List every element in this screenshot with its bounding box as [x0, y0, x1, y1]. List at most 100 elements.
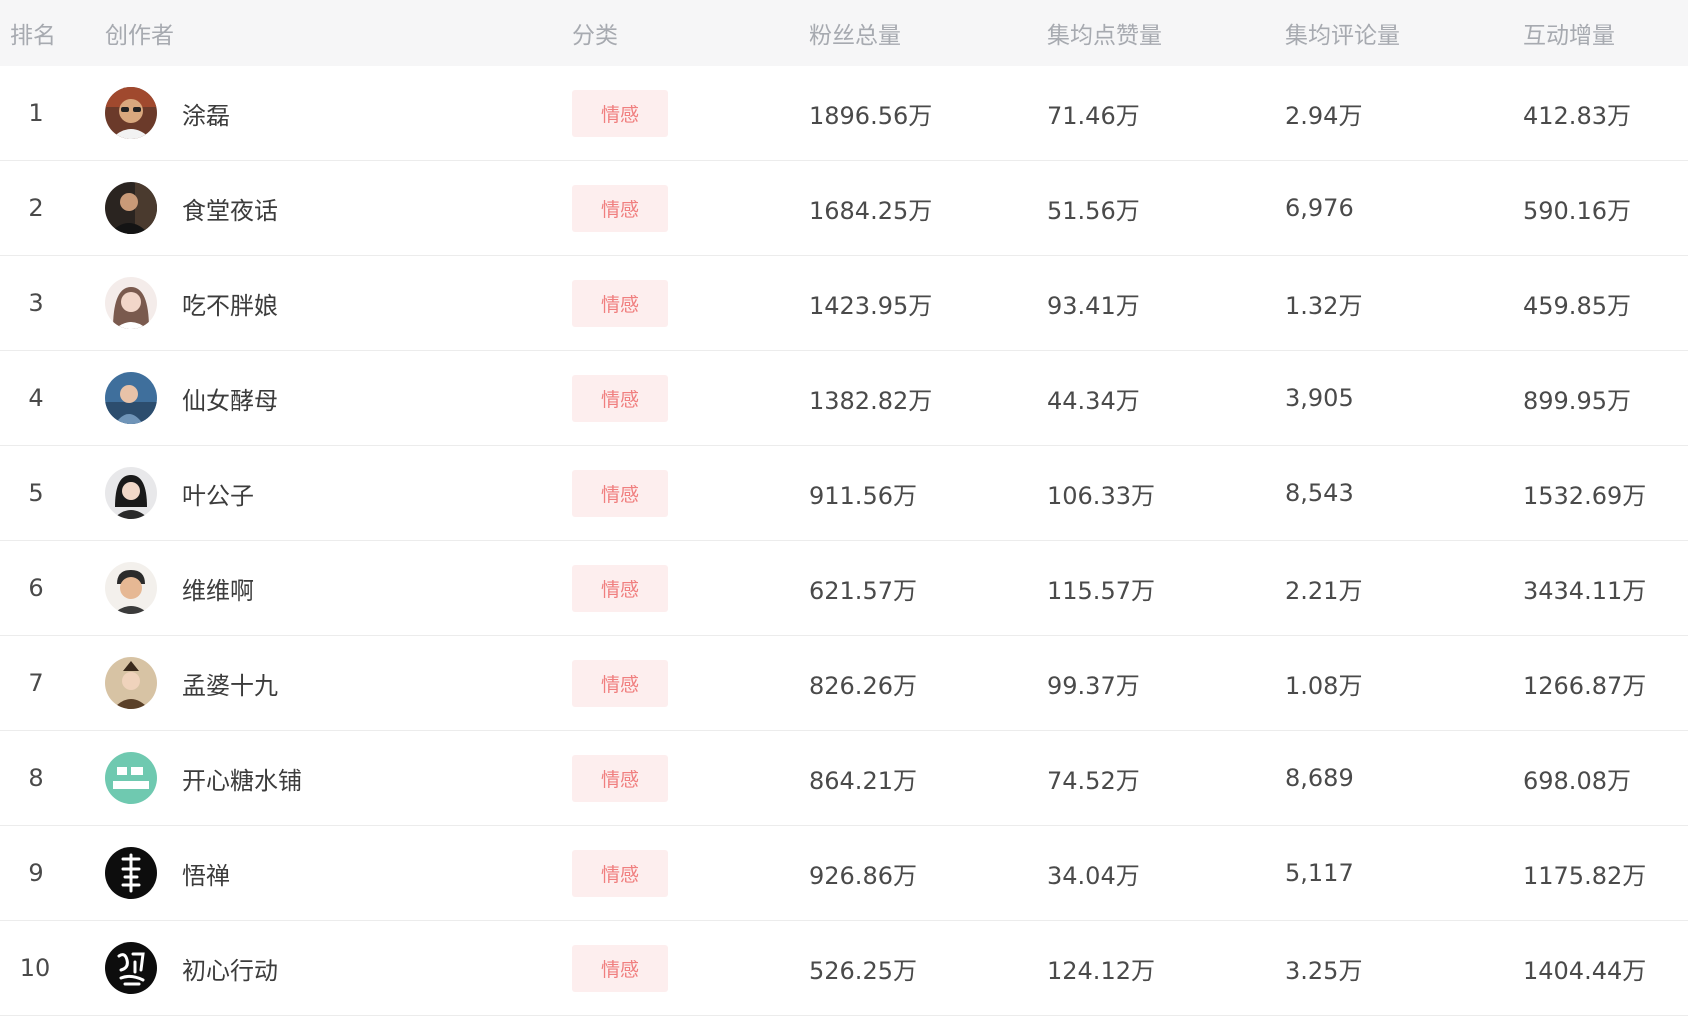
rank-number: 10	[19, 954, 51, 982]
rank-number: 8	[28, 764, 44, 792]
avg-comments-value: 3,905	[1285, 384, 1354, 412]
category-tag[interactable]: 情感	[572, 564, 668, 612]
creator-cell[interactable]: 涂磊	[105, 66, 230, 160]
rank-number: 3	[28, 289, 44, 317]
header-rank[interactable]: 排名	[10, 0, 56, 66]
fans-value: 826.26万	[809, 671, 917, 700]
avg-comments-value: 8,689	[1285, 764, 1354, 792]
creator-cell[interactable]: 开心糖水铺	[105, 731, 302, 825]
interaction-growth-value: 459.85万	[1523, 291, 1631, 320]
creator-name[interactable]: 叶公子	[182, 476, 254, 511]
interaction-growth-value: 698.08万	[1523, 766, 1631, 795]
portrait-woman-light-icon[interactable]	[105, 277, 157, 329]
portrait-man-smiling-icon[interactable]	[105, 562, 157, 614]
category-cell: 情感	[572, 161, 668, 255]
category-tag[interactable]: 情感	[572, 89, 668, 137]
avg-comments-value: 1.32万	[1285, 291, 1363, 320]
creator-cell[interactable]: 吃不胖娘	[105, 256, 278, 350]
creator-cell[interactable]: 初心行动	[105, 921, 278, 1015]
category-cell: 情感	[572, 446, 668, 540]
fans-value: 1423.95万	[809, 291, 933, 320]
header-creator[interactable]: 创作者	[105, 0, 174, 66]
header-fans[interactable]: 粉丝总量	[809, 0, 901, 66]
creator-cell[interactable]: 孟婆十九	[105, 636, 278, 730]
fans-value: 864.21万	[809, 766, 917, 795]
avg-likes-value: 71.46万	[1047, 101, 1140, 130]
avg-likes-value: 51.56万	[1047, 196, 1140, 225]
portrait-woman-blue-icon[interactable]	[105, 372, 157, 424]
avg-comments-value: 2.94万	[1285, 101, 1363, 130]
interaction-growth-value: 1404.44万	[1523, 956, 1647, 985]
creator-cell[interactable]: 仙女酵母	[105, 351, 278, 445]
creator-name[interactable]: 初心行动	[182, 951, 278, 986]
creator-name[interactable]: 悟禅	[182, 856, 230, 891]
table-row[interactable]: 10 初心行动 情感 526.25万 124.12万 3.25万 1404.44…	[0, 921, 1688, 1016]
interaction-growth-value: 3434.11万	[1523, 576, 1647, 605]
category-tag[interactable]: 情感	[572, 754, 668, 802]
category-tag[interactable]: 情感	[572, 374, 668, 422]
category-cell: 情感	[572, 66, 668, 160]
category-tag[interactable]: 情感	[572, 279, 668, 327]
avg-comments-value: 8,543	[1285, 479, 1354, 507]
category-tag[interactable]: 情感	[572, 184, 668, 232]
portrait-man-dark-icon[interactable]	[105, 182, 157, 234]
avg-comments-value: 5,117	[1285, 859, 1354, 887]
table-row[interactable]: 7 孟婆十九 情感 826.26万 99.37万 1.08万 1266.87万	[0, 636, 1688, 731]
rank-number: 9	[28, 859, 44, 887]
table-row[interactable]: 1 涂磊 情感 1896.56万 71.46万 2.94万 412.83万	[0, 66, 1688, 161]
creator-name[interactable]: 维维啊	[182, 571, 254, 606]
table-row[interactable]: 5 叶公子 情感 911.56万 106.33万 8,543 1532.69万	[0, 446, 1688, 541]
creator-name[interactable]: 开心糖水铺	[182, 761, 302, 796]
creator-name[interactable]: 孟婆十九	[182, 666, 278, 701]
header-category[interactable]: 分类	[572, 0, 618, 66]
table-row[interactable]: 2 食堂夜话 情感 1684.25万 51.56万 6,976 590.16万	[0, 161, 1688, 256]
creator-cell[interactable]: 叶公子	[105, 446, 254, 540]
category-cell: 情感	[572, 351, 668, 445]
category-cell: 情感	[572, 256, 668, 350]
creator-cell[interactable]: 维维啊	[105, 541, 254, 635]
creator-cell[interactable]: 食堂夜话	[105, 161, 278, 255]
table-header-row: 排名 创作者 分类 粉丝总量 集均点赞量 集均评论量 互动增量	[0, 0, 1688, 66]
table-row[interactable]: 9 悟禅 情感 926.86万 34.04万 5,117 1175.82万	[0, 826, 1688, 921]
interaction-growth-value: 1266.87万	[1523, 671, 1647, 700]
creator-name[interactable]: 涂磊	[182, 96, 230, 131]
category-cell: 情感	[572, 731, 668, 825]
portrait-woman-costume-icon[interactable]	[105, 657, 157, 709]
creator-cell[interactable]: 悟禅	[105, 826, 230, 920]
rank-number: 1	[28, 99, 44, 127]
header-avg-likes[interactable]: 集均点赞量	[1047, 0, 1162, 66]
creator-name[interactable]: 仙女酵母	[182, 381, 278, 416]
avg-likes-value: 93.41万	[1047, 291, 1140, 320]
fans-value: 1382.82万	[809, 386, 933, 415]
category-tag[interactable]: 情感	[572, 469, 668, 517]
calligraphy-logo-black-icon[interactable]	[105, 847, 157, 899]
avg-likes-value: 44.34万	[1047, 386, 1140, 415]
category-cell: 情感	[572, 541, 668, 635]
header-interaction-growth[interactable]: 互动增量	[1523, 0, 1615, 66]
table-row[interactable]: 6 维维啊 情感 621.57万 115.57万 2.21万 3434.11万	[0, 541, 1688, 636]
avg-comments-value: 3.25万	[1285, 956, 1363, 985]
category-cell: 情感	[572, 921, 668, 1015]
rank-number: 2	[28, 194, 44, 222]
avg-comments-value: 1.08万	[1285, 671, 1363, 700]
category-tag[interactable]: 情感	[572, 659, 668, 707]
interaction-growth-value: 412.83万	[1523, 101, 1631, 130]
text-logo-green-icon[interactable]	[105, 752, 157, 804]
fans-value: 621.57万	[809, 576, 917, 605]
table-row[interactable]: 4 仙女酵母 情感 1382.82万 44.34万 3,905 899.95万	[0, 351, 1688, 446]
creator-name[interactable]: 吃不胖娘	[182, 286, 278, 321]
avg-comments-value: 2.21万	[1285, 576, 1363, 605]
category-tag[interactable]: 情感	[572, 849, 668, 897]
table-row[interactable]: 3 吃不胖娘 情感 1423.95万 93.41万 1.32万 459.85万	[0, 256, 1688, 351]
avg-likes-value: 74.52万	[1047, 766, 1140, 795]
category-tag[interactable]: 情感	[572, 944, 668, 992]
calligraphy-logo-black-icon[interactable]	[105, 942, 157, 994]
portrait-man-glasses-icon[interactable]	[105, 87, 157, 139]
interaction-growth-value: 1532.69万	[1523, 481, 1647, 510]
creator-name[interactable]: 食堂夜话	[182, 191, 278, 226]
header-avg-comments[interactable]: 集均评论量	[1285, 0, 1400, 66]
table-row[interactable]: 8 开心糖水铺 情感 864.21万 74.52万 8,689 698.08万	[0, 731, 1688, 826]
interaction-growth-value: 899.95万	[1523, 386, 1631, 415]
portrait-woman-white-icon[interactable]	[105, 467, 157, 519]
fans-value: 926.86万	[809, 861, 917, 890]
